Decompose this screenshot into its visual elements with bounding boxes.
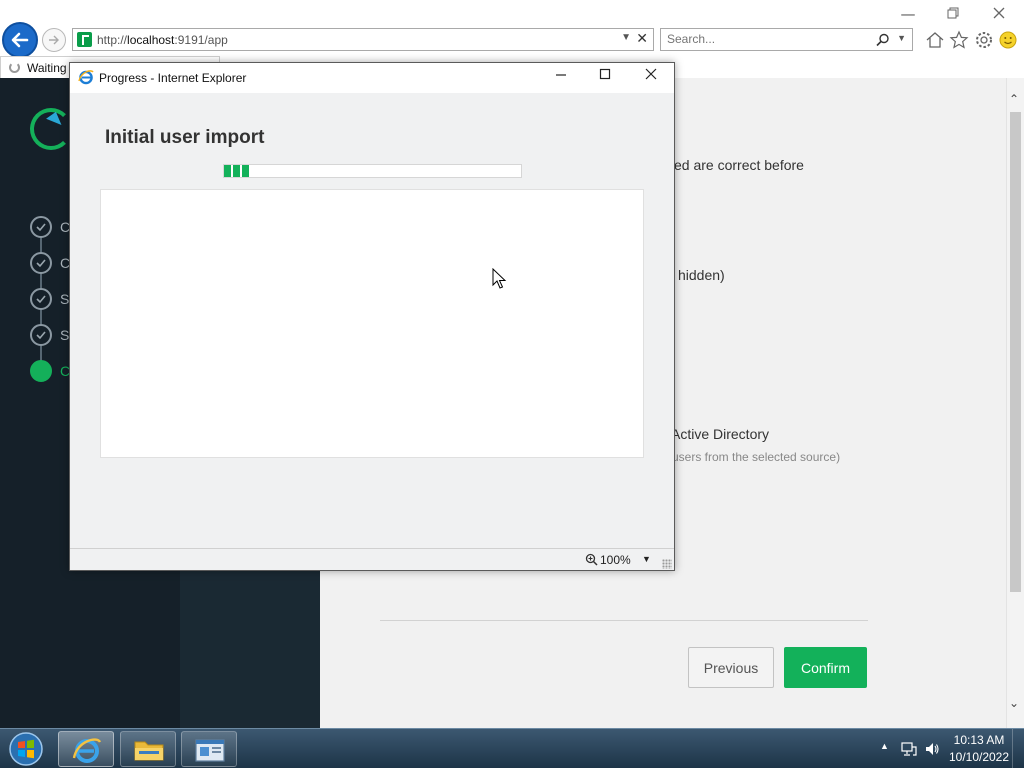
- site-favicon-icon: [77, 32, 92, 47]
- minimize-icon[interactable]: —: [897, 4, 919, 24]
- restore-icon[interactable]: [942, 4, 964, 24]
- source-type-text: Active Directory: [671, 426, 770, 442]
- progress-fill: [224, 165, 251, 177]
- zoom-icon[interactable]: [585, 553, 598, 566]
- search-icon[interactable]: [876, 33, 890, 47]
- divider: [380, 620, 868, 621]
- clock-date[interactable]: 10/10/2022: [948, 750, 1010, 764]
- address-dropdown-icon[interactable]: ▼: [621, 32, 631, 43]
- folder-icon: [134, 741, 164, 761]
- hidden-note-text: hidden): [678, 267, 725, 283]
- step-1-check-icon: [30, 216, 52, 238]
- internet-explorer-icon: [72, 738, 102, 763]
- import-progress-bar: [223, 164, 522, 178]
- step-4-label[interactable]: S: [60, 327, 69, 343]
- show-hidden-icons-icon[interactable]: ▲: [880, 741, 889, 751]
- step-3-check-icon: [30, 288, 52, 310]
- step-4-check-icon: [30, 324, 52, 346]
- taskbar-app-window[interactable]: [181, 731, 237, 767]
- zoom-dropdown-icon[interactable]: ▼: [642, 554, 651, 564]
- dialog-statusbar: 100% ▼: [70, 548, 674, 570]
- forward-button[interactable]: [42, 28, 66, 52]
- dialog-close-icon[interactable]: [639, 67, 663, 89]
- search-input[interactable]: [667, 32, 867, 46]
- step-2-check-icon: [30, 252, 52, 274]
- favorites-star-icon[interactable]: [949, 30, 969, 50]
- url-text[interactable]: http://localhost:9191/app: [97, 33, 228, 47]
- confirm-instructions-text: ed are correct before: [674, 157, 804, 173]
- taskbar-internet-explorer[interactable]: [58, 731, 114, 767]
- back-arrow-icon: [11, 32, 29, 48]
- back-button[interactable]: [2, 22, 38, 58]
- resize-grip-icon[interactable]: [662, 559, 672, 569]
- confirm-button[interactable]: Confirm: [784, 647, 867, 688]
- windows-start-button[interactable]: [6, 731, 46, 767]
- taskbar-file-explorer[interactable]: [120, 731, 176, 767]
- internet-explorer-icon: [78, 70, 94, 85]
- dialog-title: Progress - Internet Explorer: [99, 71, 247, 85]
- loading-spinner-icon: [9, 62, 20, 73]
- step-5-current-dot: [30, 360, 52, 382]
- source-description-text: users from the selected source): [672, 450, 841, 464]
- previous-button[interactable]: Previous: [688, 647, 774, 688]
- search-dropdown-icon[interactable]: ▼: [897, 33, 906, 43]
- page-scrollbar[interactable]: ⌃ ⌄: [1006, 78, 1024, 728]
- application-window-icon: [195, 739, 225, 762]
- scroll-thumb[interactable]: [1010, 112, 1021, 592]
- browser-toolbar: — http://localhost:9191/app ▼ ✕ ▼: [0, 0, 1024, 58]
- progress-dialog-window: Progress - Internet Explorer Initial use…: [69, 62, 675, 571]
- dialog-minimize-icon[interactable]: [549, 67, 573, 89]
- forward-arrow-icon: [49, 35, 59, 45]
- step-3-label[interactable]: S: [60, 291, 69, 307]
- volume-icon[interactable]: [924, 741, 940, 757]
- scroll-up-icon[interactable]: ⌃: [1009, 92, 1019, 106]
- network-icon[interactable]: [900, 741, 918, 757]
- scroll-down-icon[interactable]: ⌄: [1009, 696, 1019, 710]
- dialog-heading: Initial user import: [105, 127, 265, 148]
- close-icon[interactable]: [988, 4, 1010, 24]
- gear-icon[interactable]: [974, 30, 994, 50]
- url-scheme: http://: [97, 33, 128, 47]
- url-path: :9191/app: [174, 33, 228, 47]
- tab-title: Waiting: [27, 61, 67, 75]
- dialog-maximize-icon[interactable]: [593, 67, 617, 89]
- feedback-smiley-icon[interactable]: [998, 30, 1018, 50]
- zoom-level[interactable]: 100%: [600, 553, 631, 567]
- system-tray: ▲ 10:13 AM 10/10/2022: [874, 729, 1024, 768]
- search-box[interactable]: ▼: [660, 28, 913, 51]
- home-icon[interactable]: [925, 30, 945, 50]
- address-bar[interactable]: http://localhost:9191/app ▼ ✕: [72, 28, 654, 51]
- windows-taskbar: ▲ 10:13 AM 10/10/2022: [0, 728, 1024, 768]
- dialog-titlebar[interactable]: Progress - Internet Explorer: [70, 63, 674, 93]
- mouse-cursor-icon: [492, 268, 507, 289]
- import-log-panel[interactable]: [100, 189, 644, 458]
- clock-time[interactable]: 10:13 AM: [950, 733, 1008, 747]
- url-host: localhost: [127, 33, 175, 47]
- stop-icon[interactable]: ✕: [636, 30, 648, 47]
- show-desktop-button[interactable]: [1012, 729, 1024, 768]
